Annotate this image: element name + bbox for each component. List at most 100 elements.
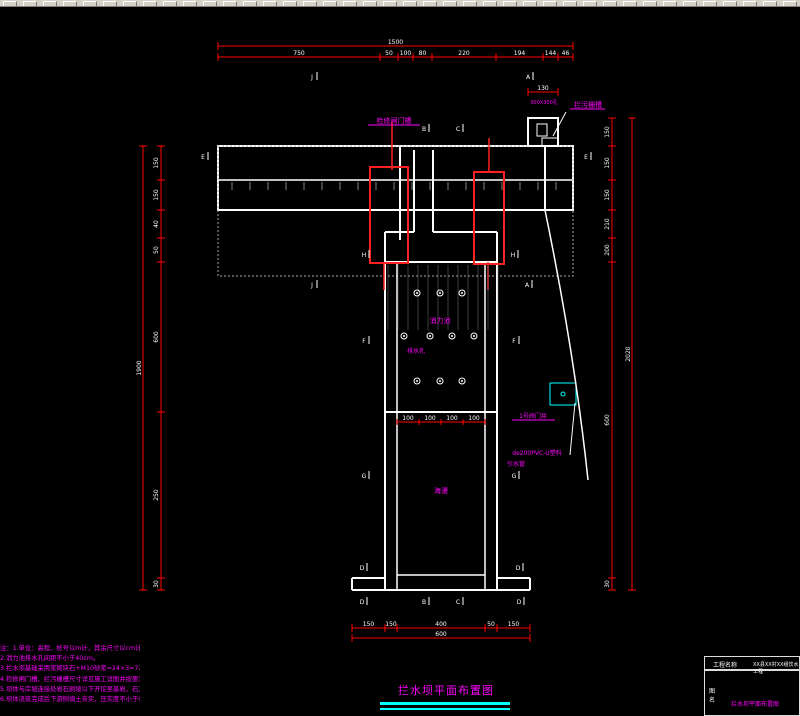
grate-size-label: 300X300孔 <box>530 99 558 106</box>
toolbar-button[interactable] <box>543 0 557 6</box>
right-seg-dim-label: 150 <box>604 157 611 169</box>
section-marker-e-right: E <box>584 154 588 161</box>
right-seg-dim-label: 150 <box>604 189 611 201</box>
drain-hole-center <box>451 335 453 337</box>
pipe-leader <box>569 402 576 456</box>
toolbar-button[interactable] <box>443 0 457 6</box>
toolbar-button[interactable] <box>323 0 337 6</box>
toolbar-button[interactable] <box>163 0 177 6</box>
toolbar-button[interactable] <box>103 0 117 6</box>
drain-hole-center <box>416 292 418 294</box>
toolbar-button[interactable] <box>603 0 617 6</box>
toolbar-button[interactable] <box>383 0 397 6</box>
top-seg-label: 144 <box>545 50 557 57</box>
toolbar-button[interactable] <box>123 0 137 6</box>
note-line: 3.拦水坝基础采用浆砌块石+M10砂浆=24×3=72。 <box>0 665 140 673</box>
bottom-total-dim-label: 600 <box>435 631 447 638</box>
toolbar-button[interactable] <box>83 0 97 6</box>
toolbar-button[interactable] <box>303 0 317 6</box>
bottom-seg-label: 150 <box>508 621 520 628</box>
toolbar-button[interactable] <box>723 0 737 6</box>
toolbar-button[interactable] <box>43 0 57 6</box>
toolbar-button[interactable] <box>263 0 277 6</box>
toolbar-button[interactable] <box>223 0 237 6</box>
section-marker-c-bot: C <box>456 599 460 606</box>
silt-leader <box>552 111 567 137</box>
drain-hole-center <box>416 380 418 382</box>
right-seg-dim-label: 150 <box>604 126 611 138</box>
drain-hole-center <box>429 335 431 337</box>
drawing-title: 拦水坝平面布置图 <box>398 684 494 697</box>
cad-drawing-canvas: 1500 750 50 100 80 220 194 144 46 130 150 150 40 50 60… <box>136 39 636 642</box>
left-total-label: 1900 <box>136 360 143 375</box>
toolbar-button[interactable] <box>583 0 597 6</box>
gate-pipe-label: 检修闸门槽 <box>377 116 412 125</box>
left-seg-dim-label: 50 <box>153 246 160 254</box>
toolbar-button[interactable] <box>623 0 637 6</box>
left-seg-dim-label: 600 <box>153 331 160 343</box>
section-marker-c-top: C <box>456 126 460 133</box>
toolbar-button[interactable] <box>63 0 77 6</box>
toolbar-button[interactable] <box>483 0 497 6</box>
bottom-seg-label: 50 <box>487 621 495 628</box>
toolbar-button[interactable] <box>343 0 357 6</box>
section-marker-e-left: E <box>201 154 205 161</box>
top-seg-label: 50 <box>385 50 393 57</box>
drain-hole-center <box>439 380 441 382</box>
section-marker-f-right: F <box>512 338 516 345</box>
dam-crest-outline <box>217 145 574 211</box>
toolbar-button[interactable] <box>463 0 477 6</box>
toolbar-button[interactable] <box>763 0 777 6</box>
toolbar-button[interactable] <box>403 0 417 6</box>
toolbar-button[interactable] <box>3 0 17 6</box>
top-seg-label: 80 <box>419 50 427 57</box>
stilling-basin-label: 消力池 <box>430 316 451 325</box>
toolbar-button[interactable] <box>23 0 37 6</box>
inner-dim-label: 100 <box>402 415 414 422</box>
right-seg-dim-label: 600 <box>604 414 611 426</box>
section-marker-g-right: G <box>512 473 517 480</box>
toolbar-button[interactable] <box>183 0 197 6</box>
toolbar-button[interactable] <box>503 0 517 6</box>
top-seg-label: 100 <box>400 50 412 57</box>
section-marker-j-top: J <box>310 74 313 81</box>
section-marker-h-left: H <box>362 252 367 259</box>
right-seg-dim-label: 210 <box>604 218 611 230</box>
toolbar-button[interactable] <box>283 0 297 6</box>
top-seg-label: 220 <box>458 50 470 57</box>
toolbar-button[interactable] <box>643 0 657 6</box>
highlight-box-left <box>369 166 409 264</box>
gate-slot-inner <box>536 123 548 137</box>
toolbar-button[interactable] <box>143 0 157 6</box>
pipe-label-2: 引水管 <box>507 460 525 468</box>
toolbar-button[interactable] <box>203 0 217 6</box>
left-seg-dim-label: 150 <box>153 157 160 169</box>
toolbar-button[interactable] <box>703 0 717 6</box>
section-marker-d-right: D <box>516 565 521 572</box>
note-line: 注：1.单位：高程、桩号以m计，其余尺寸以cm计，管径、钢筋直径以mm计。 <box>0 645 140 652</box>
inner-dim-label: 100 <box>446 415 458 422</box>
toolbar-button[interactable] <box>743 0 757 6</box>
toolbar-button[interactable] <box>363 0 377 6</box>
toolbar-button[interactable] <box>663 0 677 6</box>
title-block-row-project: 工程名称 XX县XX村XX组饮水工程 <box>704 656 800 675</box>
left-seg-dim-label: 40 <box>153 220 160 228</box>
section-marker-h-right: H <box>511 252 516 259</box>
pipe-route <box>544 209 589 481</box>
apron-label: 海漫 <box>434 486 448 495</box>
toolbar-button[interactable] <box>783 0 797 6</box>
section-marker-d-left: D <box>360 565 365 572</box>
section-marker-d-bot_right: D <box>517 599 522 606</box>
toolbar-button[interactable] <box>563 0 577 6</box>
right-seg-dim-label: 200 <box>604 244 611 256</box>
bottom-seg-label: 400 <box>435 621 447 628</box>
structure-outline <box>217 111 589 591</box>
project-label: 工程名称 <box>713 662 738 669</box>
toolbar-button[interactable] <box>243 0 257 6</box>
note-line: 2.消力池排水孔间距不小于40cm。 <box>0 655 100 663</box>
toolbar-button[interactable] <box>523 0 537 6</box>
toolbar-button[interactable] <box>683 0 697 6</box>
drain-hole-label: 排水孔 <box>407 347 425 355</box>
toolbar-button[interactable] <box>423 0 437 6</box>
pipe-label: de200PVC-U塑料 <box>512 449 561 457</box>
